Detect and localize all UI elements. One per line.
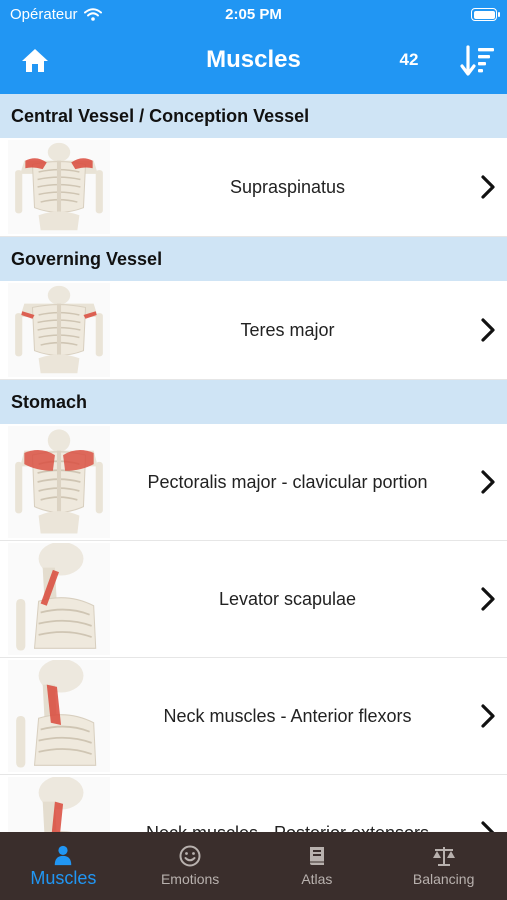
- muscle-name: Neck muscles - Posterior extensors: [118, 775, 457, 833]
- app-header: Opérateur 2:05 PM Muscles 42: [0, 0, 507, 94]
- tab-label: Balancing: [412, 871, 475, 887]
- tab-label: Atlas: [301, 871, 333, 887]
- page-title: Muscles: [206, 46, 301, 73]
- chevron-right-icon[interactable]: [479, 820, 497, 832]
- muscle-name: Pectoralis major - clavicular portion: [147, 471, 428, 492]
- muscle-list[interactable]: Central Vessel / Conception Vessel Supra…: [0, 94, 507, 832]
- list-item[interactable]: Neck muscles - Posterior extensors: [0, 775, 507, 832]
- tab-label: Muscles: [30, 868, 97, 888]
- tab-emotions[interactable]: Emotions: [127, 832, 254, 900]
- status-time: 2:05 PM: [225, 6, 282, 23]
- item-count: 42: [399, 50, 419, 69]
- tab-balancing[interactable]: Balancing: [380, 832, 507, 900]
- tab-muscles[interactable]: Muscles: [0, 832, 127, 900]
- chevron-right-icon[interactable]: [479, 174, 497, 200]
- status-bar: Opérateur 2:05 PM: [0, 0, 507, 30]
- chevron-right-icon[interactable]: [479, 469, 497, 495]
- tab-bar: Muscles Emotions Atlas Balancing: [0, 832, 507, 900]
- section-header: Central Vessel / Conception Vessel: [0, 94, 507, 138]
- chevron-right-icon[interactable]: [479, 586, 497, 612]
- tab-label: Emotions: [160, 871, 220, 887]
- list-item[interactable]: Pectoralis major - clavicular portion: [0, 424, 507, 541]
- nav-bar: Muscles 42: [0, 34, 507, 86]
- chevron-right-icon[interactable]: [479, 317, 497, 343]
- muscle-name: Teres major: [240, 319, 335, 340]
- book-icon: [309, 847, 324, 865]
- skeleton-neck-side-thumbnail: [8, 777, 110, 832]
- sort-icon[interactable]: [460, 44, 496, 78]
- list-item[interactable]: Levator scapulae: [0, 541, 507, 658]
- list-item[interactable]: Neck muscles - Anterior flexors: [0, 658, 507, 775]
- scale-icon: [432, 847, 455, 866]
- skeleton-torso-back-thumbnail: [8, 283, 110, 377]
- muscle-name: Levator scapulae: [218, 588, 357, 609]
- skeleton-torso-back-thumbnail: [8, 140, 110, 234]
- section-header: Governing Vessel: [0, 237, 507, 281]
- chevron-right-icon[interactable]: [479, 703, 497, 729]
- muscle-name: Neck muscles - Anterior flexors: [163, 705, 412, 726]
- smiley-icon: [179, 845, 201, 867]
- skeleton-torso-front-thumbnail: [8, 426, 110, 538]
- person-icon: [55, 845, 72, 866]
- section-header: Stomach: [0, 380, 507, 424]
- list-item[interactable]: Supraspinatus: [0, 138, 507, 237]
- battery-icon: [471, 8, 500, 21]
- skeleton-neck-side-thumbnail: [8, 543, 110, 655]
- tab-atlas[interactable]: Atlas: [254, 832, 381, 900]
- muscle-name: Supraspinatus: [229, 176, 346, 197]
- list-item[interactable]: Teres major: [0, 281, 507, 380]
- skeleton-neck-side-thumbnail: [8, 660, 110, 772]
